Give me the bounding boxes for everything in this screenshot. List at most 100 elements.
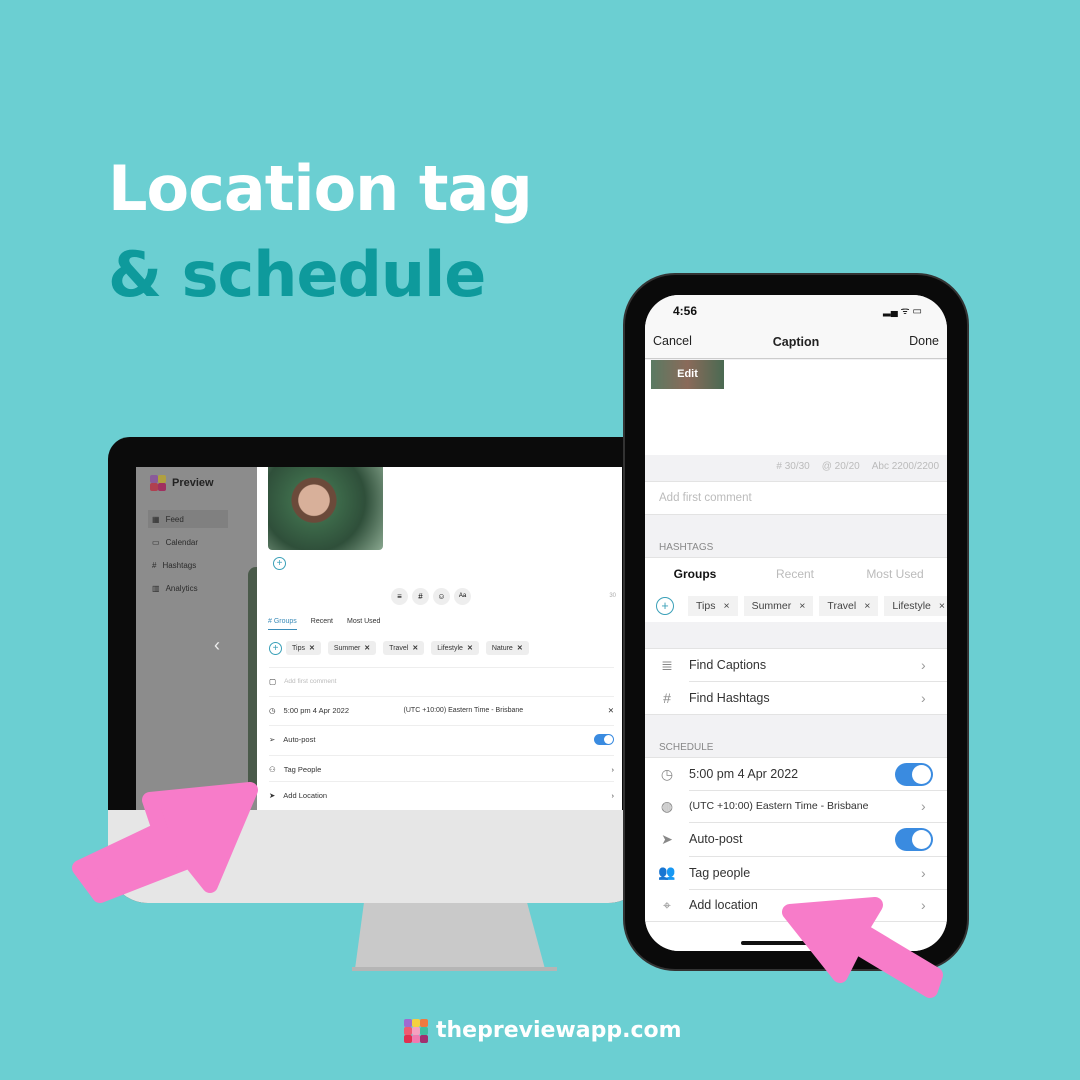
autopost-toggle[interactable]	[895, 827, 933, 851]
monitor-chin	[108, 810, 648, 903]
location-arrow-icon: ⌖	[663, 896, 671, 913]
chip-nature[interactable]: Nature ✕	[485, 641, 529, 655]
chip-lifestyle[interactable]: Lifestyle ✕	[431, 641, 479, 655]
schedule-time-row[interactable]: ◷ 5:00 pm 4 Apr 2022	[645, 757, 947, 790]
add-location-row[interactable]: ⌖ Add location ›	[645, 889, 947, 922]
tab-most-used[interactable]: Most Used	[845, 567, 945, 581]
tab-groups[interactable]: Groups	[645, 567, 745, 581]
chip-label: Tips	[292, 644, 305, 652]
send-icon: ➢	[269, 735, 276, 744]
clock-icon: ◷	[269, 706, 276, 715]
chip-label: Tips	[696, 600, 716, 612]
comment-icon: ▢	[269, 677, 277, 686]
sidebar-item-feed[interactable]: ▦ Feed	[148, 510, 228, 528]
brand-name: Preview	[172, 477, 214, 489]
schedule-time[interactable]: 5:00 pm 4 Apr 2022	[284, 706, 396, 715]
font-button[interactable]: Aa	[454, 588, 471, 605]
align-icon[interactable]: ≡	[391, 588, 408, 605]
add-location-label: Add Location	[283, 791, 328, 800]
add-group-icon[interactable]: +	[656, 597, 674, 615]
add-media-icon[interactable]: +	[273, 557, 286, 570]
chart-icon: ▥	[152, 583, 160, 593]
add-group-icon[interactable]: +	[269, 641, 282, 655]
footer-url[interactable]: thepreviewapp.com	[436, 1018, 682, 1043]
autopost-row: ➢ Auto-post	[269, 725, 614, 753]
timezone-row[interactable]: ◍ (UTC +10:00) Eastern Time - Brisbane ›	[645, 790, 947, 822]
find-captions-row[interactable]: ≣ Find Captions ›	[645, 648, 947, 681]
tab-recent[interactable]: Recent	[311, 618, 333, 630]
headline-line-1: Location tag	[108, 152, 533, 225]
done-button[interactable]: Done	[909, 334, 939, 348]
tag-people-label: Tag people	[689, 865, 751, 880]
timezone[interactable]: (UTC +10:00) Eastern Time - Brisbane	[404, 707, 600, 714]
chip-travel[interactable]: Travel ×	[819, 596, 879, 616]
close-icon[interactable]: ✕	[608, 706, 614, 715]
people-icon: ⚇	[269, 765, 276, 774]
chevron-right-icon: ›	[921, 689, 926, 706]
caption-counters: # 30/30 @ 20/20 Abc 2200/2200	[776, 461, 939, 472]
clock-icon: ◷	[660, 765, 674, 782]
emoji-icon[interactable]: ☺	[433, 588, 450, 605]
chip-tips[interactable]: Tips ×	[688, 596, 738, 616]
autopost-label: Auto-post	[689, 832, 743, 846]
home-indicator	[741, 941, 851, 945]
edit-image-button[interactable]: Edit	[651, 360, 724, 389]
schedule-header: SCHEDULE	[659, 742, 714, 753]
sidebar-item-calendar[interactable]: ▭ Calendar	[148, 533, 228, 551]
close-icon[interactable]: ✕	[364, 644, 370, 652]
lines-icon: ≣	[661, 656, 673, 673]
close-icon[interactable]: ×	[723, 600, 729, 612]
chip-travel[interactable]: Travel ✕	[383, 641, 425, 655]
close-icon[interactable]: ✕	[309, 644, 315, 652]
status-icons: ▂▄ ᯤ ▭	[883, 306, 922, 317]
first-comment-input[interactable]: Add first comment	[645, 481, 947, 515]
chevron-left-icon[interactable]: ‹	[214, 635, 220, 656]
mention-counter: @ 20/20	[821, 461, 860, 472]
add-location-row[interactable]: ➤ Add Location ›	[269, 781, 614, 809]
phone-screen: 4:56 ▂▄ ᯤ ▭ Cancel Caption Done Edit # 3…	[645, 295, 947, 951]
tab-groups[interactable]: # Groups	[268, 618, 297, 630]
autopost-toggle[interactable]	[594, 734, 614, 745]
chevron-right-icon: ›	[921, 657, 926, 673]
chip-tips[interactable]: Tips ✕	[286, 641, 321, 655]
find-hashtags-row[interactable]: # Find Hashtags ›	[645, 681, 947, 715]
sidebar: Preview ▦ Feed ▭ Calendar # Hashtags ▥ Analy…	[136, 467, 257, 810]
find-hashtags-label: Find Hashtags	[689, 690, 770, 705]
schedule-toggle[interactable]	[895, 762, 933, 786]
first-comment-row[interactable]: ▢ Add first comment	[269, 667, 614, 695]
tab-most-used[interactable]: Most Used	[347, 618, 380, 630]
globe-icon: ◍	[660, 797, 674, 814]
comment-input[interactable]: Add first comment	[284, 678, 336, 685]
post-image[interactable]	[268, 467, 383, 550]
close-icon[interactable]: ✕	[467, 644, 473, 652]
tag-people-row[interactable]: 👥 Tag people ›	[645, 856, 947, 889]
monitor-stand	[352, 895, 557, 971]
tag-people-row[interactable]: ⚇ Tag People ›	[269, 755, 614, 783]
caption-toolbar: ≡ # ☺ Aa	[391, 588, 471, 605]
schedule-row[interactable]: ◷ 5:00 pm 4 Apr 2022 (UTC +10:00) Eastern …	[269, 696, 614, 724]
chevron-right-icon: ›	[611, 791, 615, 800]
sidebar-label: Feed	[165, 514, 184, 524]
chip-summer[interactable]: Summer ×	[743, 596, 814, 616]
char-counter: Abc 2200/2200	[871, 461, 939, 472]
chip-lifestyle[interactable]: Lifestyle ×	[884, 596, 947, 616]
hash-icon[interactable]: #	[412, 588, 429, 605]
tab-recent[interactable]: Recent	[745, 567, 845, 581]
sidebar-label: Calendar	[165, 537, 199, 547]
send-icon: ➤	[661, 830, 673, 847]
chevron-right-icon: ›	[921, 897, 926, 913]
close-icon[interactable]: ×	[799, 600, 805, 612]
schedule-time[interactable]: 5:00 pm 4 Apr 2022	[689, 767, 895, 781]
close-icon[interactable]: ×	[939, 600, 945, 612]
chip-summer[interactable]: Summer ✕	[327, 641, 377, 655]
chip-label: Lifestyle	[892, 600, 931, 612]
chevron-right-icon: ›	[921, 798, 926, 814]
sidebar-item-hashtags[interactable]: # Hashtags	[148, 556, 228, 574]
hashtags-header: HASHTAGS	[659, 542, 714, 553]
chip-label: Lifestyle	[437, 644, 463, 652]
close-icon[interactable]: ✕	[517, 644, 523, 652]
close-icon[interactable]: ×	[864, 600, 870, 612]
sidebar-item-analytics[interactable]: ▥ Analytics	[148, 579, 228, 597]
desktop-screen: Preview ▦ Feed ▭ Calendar # Hashtags ▥ Analy…	[136, 467, 622, 810]
close-icon[interactable]: ✕	[412, 644, 418, 652]
